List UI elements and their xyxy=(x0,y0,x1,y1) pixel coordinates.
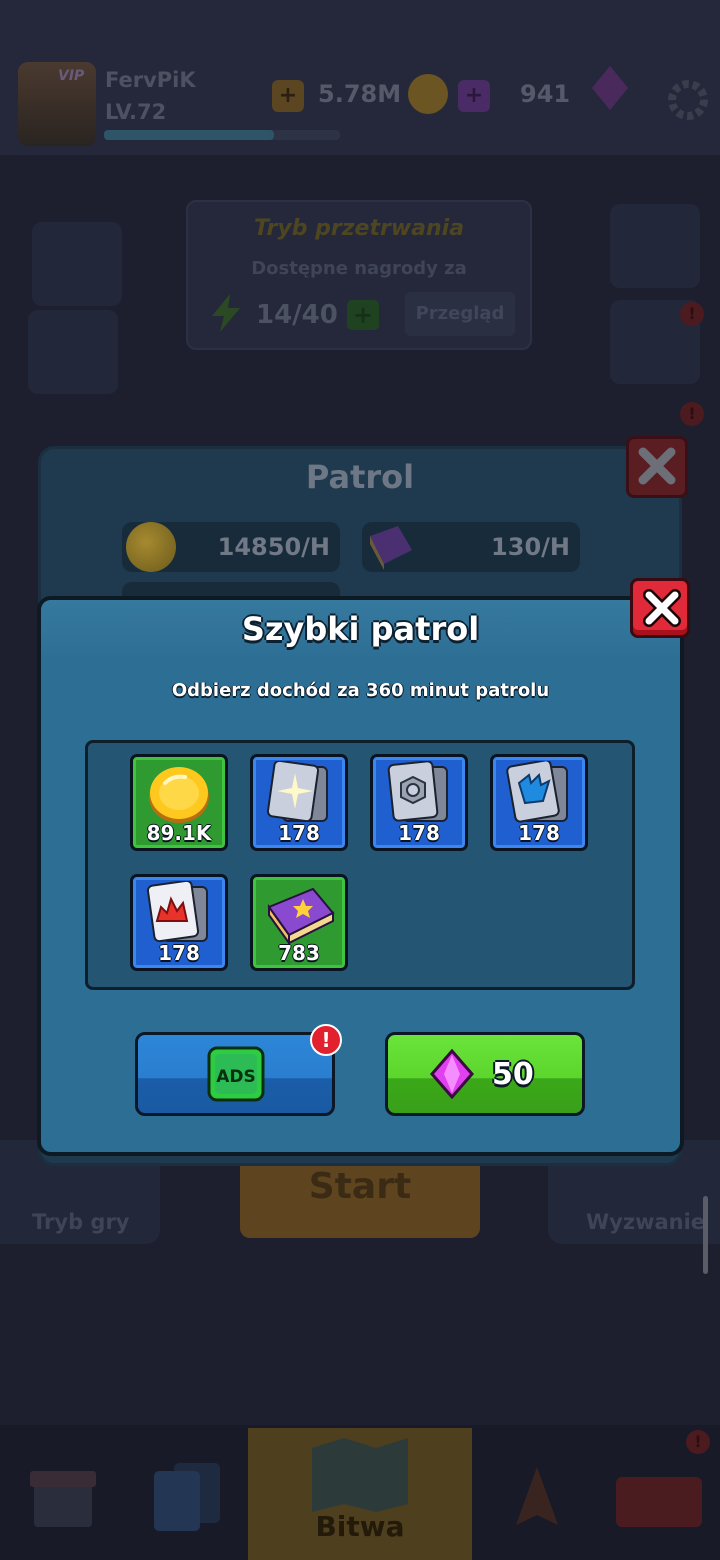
purple-book-icon xyxy=(370,526,412,570)
map-icon xyxy=(312,1438,408,1512)
reward-tile: 89.1K xyxy=(130,754,228,851)
ad-alert-icon: ! xyxy=(310,1024,342,1056)
gem-icon xyxy=(592,66,628,110)
patrol-close-button[interactable] xyxy=(626,436,688,498)
vip-badge: VIP xyxy=(58,68,85,84)
close-icon xyxy=(638,447,676,485)
nav-tab-cards[interactable] xyxy=(124,1425,248,1560)
notification-alert-icon: ! xyxy=(680,302,704,326)
xp-bar-fill xyxy=(104,130,274,140)
hero-icon xyxy=(516,1467,558,1525)
game-mode-subtitle: Dostępne nagrody za xyxy=(251,258,467,279)
player-level: LV.72 xyxy=(105,100,167,124)
trophy-icon[interactable] xyxy=(610,204,700,288)
gold-coin-icon xyxy=(149,767,209,823)
gem-icon xyxy=(430,1049,474,1099)
gold-amount: 5.78M xyxy=(318,80,402,108)
quick-patrol-subtitle: Odbierz dochód za 360 minut patrolu xyxy=(171,680,550,701)
gem-price: 50 xyxy=(492,1057,534,1092)
reward-tile: 783 xyxy=(250,874,348,971)
scrollbar[interactable] xyxy=(703,1196,708,1274)
gear-icon[interactable] xyxy=(666,78,710,122)
notification-alert-icon: ! xyxy=(680,402,704,426)
crown-icon[interactable] xyxy=(32,222,122,306)
ticket-icon[interactable] xyxy=(28,310,118,394)
reward-tile: 178 xyxy=(370,754,468,851)
patrol-title: Patrol xyxy=(305,458,415,496)
sparkle-card-icon xyxy=(266,761,328,823)
shop-icon xyxy=(30,1471,96,1527)
event-icon xyxy=(616,1477,702,1527)
start-label: Start xyxy=(308,1166,412,1207)
reward-tile: 178 xyxy=(130,874,228,971)
add-gems-button[interactable]: + xyxy=(458,80,490,112)
game-mode-title: Tryb przetrwania xyxy=(253,216,465,241)
nav-tab-heroes[interactable] xyxy=(472,1425,596,1560)
game-mode-label: Tryb gry xyxy=(32,1210,130,1234)
quick-patrol-close-button[interactable] xyxy=(630,578,690,638)
nav-tab-shop[interactable] xyxy=(0,1425,124,1560)
preview-button[interactable]: Przegląd xyxy=(405,292,515,336)
reward-tile: 178 xyxy=(490,754,588,851)
energy-count: 14/40 xyxy=(256,300,338,330)
reward-quantity: 178 xyxy=(518,821,560,845)
ads-label: ADS xyxy=(216,1067,256,1087)
book-rate-value: 130/H xyxy=(491,533,570,561)
cards-icon xyxy=(154,1463,220,1531)
gem-amount: 941 xyxy=(520,80,571,108)
gem-purchase-button[interactable]: 50 xyxy=(385,1032,585,1116)
watch-ad-button[interactable]: ADS xyxy=(135,1032,335,1116)
reward-quantity: 178 xyxy=(278,821,320,845)
add-energy-button[interactable]: + xyxy=(347,300,379,330)
gold-coin-icon xyxy=(408,74,448,114)
reward-quantity: 89.1K xyxy=(146,821,212,845)
gold-rate-value: 14850/H xyxy=(217,533,330,561)
reward-quantity: 178 xyxy=(398,821,440,845)
close-icon xyxy=(643,589,681,627)
reward-tile: 178 xyxy=(250,754,348,851)
add-gold-button[interactable]: + xyxy=(272,80,304,112)
reward-quantity: 783 xyxy=(278,941,320,965)
notification-alert-icon: ! xyxy=(686,1430,710,1454)
nav-battle-label: Bitwa xyxy=(315,1510,405,1543)
fire-card-icon xyxy=(146,881,208,943)
purple-book-icon xyxy=(267,887,335,947)
quick-patrol-title: Szybki patrol xyxy=(241,610,480,648)
nut-card-icon xyxy=(387,761,448,822)
reward-quantity: 178 xyxy=(158,941,200,965)
blue-hand-card-icon xyxy=(506,761,568,823)
ads-icon: ADS xyxy=(207,1046,265,1102)
energy-icon xyxy=(212,294,240,332)
gold-coin-icon xyxy=(126,522,176,572)
player-name: FervPiK xyxy=(105,68,196,92)
challenge-label: Wyzwanie xyxy=(586,1210,706,1234)
